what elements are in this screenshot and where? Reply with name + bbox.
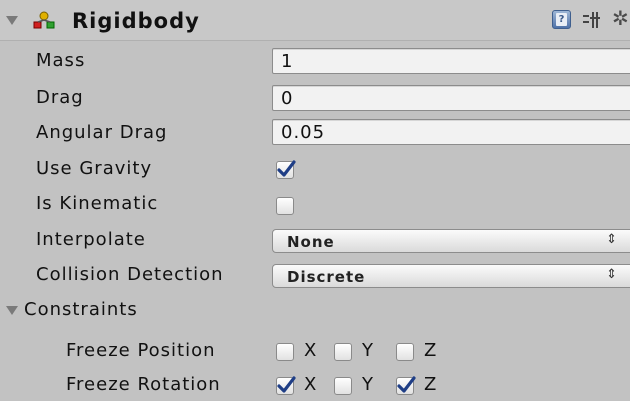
checkmark-icon bbox=[277, 160, 296, 177]
mass-value: 1 bbox=[281, 51, 294, 72]
drag-label: Drag bbox=[36, 87, 84, 108]
use-gravity-label: Use Gravity bbox=[36, 158, 153, 179]
interpolate-value: None bbox=[287, 233, 335, 251]
freeze-rotation-z-label: Z bbox=[424, 374, 438, 395]
interpolate-dropdown[interactable]: None ⇕ bbox=[272, 229, 630, 253]
freeze-position-y-checkbox[interactable] bbox=[334, 343, 352, 361]
angular-drag-field[interactable]: 0.05 bbox=[272, 119, 630, 145]
freeze-rotation-y-checkbox[interactable] bbox=[334, 377, 352, 395]
gear-icon[interactable]: ✲ bbox=[612, 7, 629, 29]
freeze-rotation-x-checkbox[interactable] bbox=[276, 376, 296, 395]
rigidbody-inspector: Rigidbody ? ✲ Mass 1 Drag 0 Angular Drag… bbox=[0, 0, 630, 401]
mass-field[interactable]: 1 bbox=[272, 48, 630, 74]
freeze-rotation-y-label: Y bbox=[362, 374, 374, 395]
component-title: Rigidbody bbox=[72, 9, 200, 33]
preset-icon[interactable] bbox=[582, 10, 602, 30]
constraints-label[interactable]: Constraints bbox=[24, 299, 138, 320]
dropdown-arrow-icon: ⇕ bbox=[606, 267, 617, 282]
freeze-rotation-x-label: X bbox=[304, 374, 318, 395]
freeze-position-z-checkbox[interactable] bbox=[396, 343, 414, 361]
mass-label: Mass bbox=[36, 50, 86, 71]
angular-drag-value: 0.05 bbox=[281, 122, 326, 143]
rigidbody-icon bbox=[33, 11, 55, 29]
component-header[interactable]: Rigidbody ? ✲ bbox=[0, 0, 630, 41]
freeze-rotation-z-checkbox[interactable] bbox=[396, 376, 416, 395]
dropdown-arrow-icon: ⇕ bbox=[606, 232, 617, 247]
help-icon[interactable]: ? bbox=[552, 10, 571, 29]
collision-detection-dropdown[interactable]: Discrete ⇕ bbox=[272, 264, 630, 288]
checkmark-icon bbox=[277, 376, 296, 393]
collision-detection-label: Collision Detection bbox=[36, 264, 224, 285]
is-kinematic-label: Is Kinematic bbox=[36, 193, 159, 214]
checkmark-icon bbox=[397, 376, 416, 393]
freeze-position-x-label: X bbox=[304, 340, 318, 361]
drag-field[interactable]: 0 bbox=[272, 85, 630, 111]
freeze-rotation-label: Freeze Rotation bbox=[66, 374, 221, 395]
use-gravity-checkbox[interactable] bbox=[276, 160, 296, 179]
foldout-arrow-icon[interactable] bbox=[6, 16, 18, 25]
is-kinematic-checkbox[interactable] bbox=[276, 197, 294, 215]
interpolate-label: Interpolate bbox=[36, 229, 146, 250]
constraints-foldout-arrow-icon[interactable] bbox=[6, 306, 18, 315]
drag-value: 0 bbox=[281, 88, 294, 109]
freeze-position-label: Freeze Position bbox=[66, 340, 216, 361]
freeze-position-y-label: Y bbox=[362, 340, 374, 361]
freeze-position-x-checkbox[interactable] bbox=[276, 343, 294, 361]
freeze-position-z-label: Z bbox=[424, 340, 438, 361]
angular-drag-label: Angular Drag bbox=[36, 122, 168, 143]
collision-detection-value: Discrete bbox=[287, 268, 366, 286]
